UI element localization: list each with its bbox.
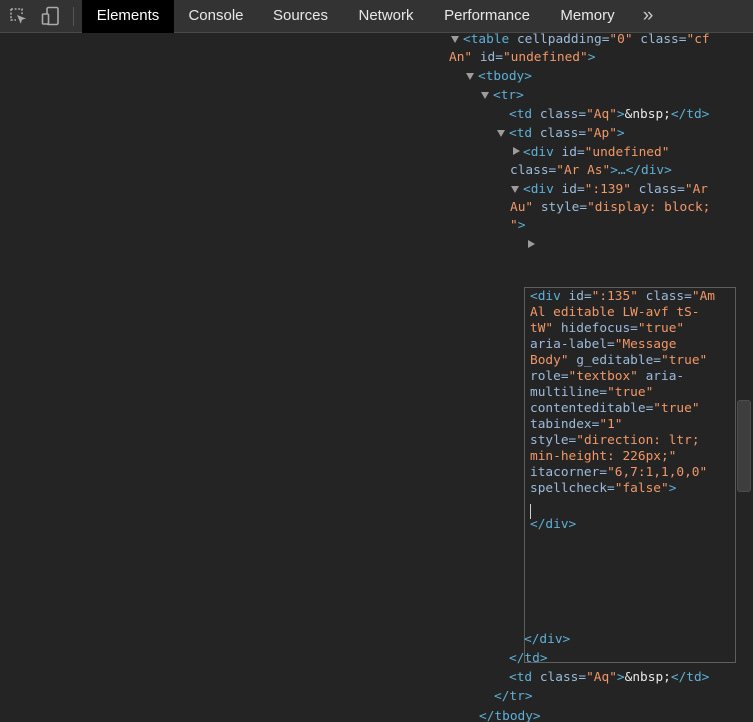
inspect-element-icon[interactable] xyxy=(7,5,29,27)
tree-node-div-undefined-cont: class="Ar As">…</div> xyxy=(510,163,672,178)
editor-line: </div> xyxy=(530,517,577,532)
tab-sources[interactable]: Sources xyxy=(258,0,343,33)
more-tabs-button[interactable]: » xyxy=(637,0,659,33)
collapse-toggle-icon[interactable] xyxy=(481,92,489,99)
expand-toggle-icon[interactable] xyxy=(513,147,520,155)
tree-node-table-cont: An" id="undefined"> xyxy=(449,50,596,65)
collapse-toggle-icon[interactable] xyxy=(466,73,474,80)
tree-node-tr[interactable]: <tr> xyxy=(493,86,524,105)
tree-node-td-ap[interactable]: <td class="Ap"> xyxy=(509,124,625,143)
toolbar-divider xyxy=(73,7,74,26)
scrollbar-thumb[interactable] xyxy=(737,400,751,492)
editor-line: spellcheck="false"> xyxy=(530,481,677,496)
devtools-toolbar: Elements Console Sources Network Perform… xyxy=(0,0,753,33)
expand-toggle-icon[interactable] xyxy=(528,240,535,248)
tree-node-td-aq[interactable]: <td class="Aq">&nbsp;</td> xyxy=(509,668,709,687)
device-toolbar-icon[interactable] xyxy=(40,5,62,27)
tree-node-close-td[interactable]: </td> xyxy=(509,649,548,668)
tree-node-table[interactable]: <table cellpadding="0" class="cf xyxy=(463,33,710,49)
tab-console[interactable]: Console xyxy=(174,0,258,33)
tree-node-td-aq[interactable]: <td class="Aq">&nbsp;</td> xyxy=(509,105,709,124)
tree-node-div-139[interactable]: <div id=":139" class="Ar xyxy=(523,180,708,199)
tree-node-close-tbody[interactable]: </tbody> xyxy=(479,707,541,722)
tree-node-div-139-cont: Au" style="display: block; xyxy=(510,200,711,215)
tree-node-close-div[interactable]: </div> xyxy=(524,630,570,649)
tab-elements[interactable]: Elements xyxy=(82,0,174,33)
collapse-toggle-icon[interactable] xyxy=(451,36,459,43)
edit-as-html-box[interactable]: <div id=":135" class="Am Al editable LW-… xyxy=(524,287,736,663)
collapse-toggle-icon[interactable] xyxy=(497,130,505,137)
tree-node-div-139-end: "> xyxy=(510,218,526,233)
tab-performance[interactable]: Performance xyxy=(429,0,545,33)
collapse-toggle-icon[interactable] xyxy=(511,186,519,193)
tree-node-tbody[interactable]: <tbody> xyxy=(478,67,532,86)
tab-network[interactable]: Network xyxy=(343,0,429,33)
tab-memory[interactable]: Memory xyxy=(545,0,630,33)
tree-node-close-tr[interactable]: </tr> xyxy=(494,687,533,706)
elements-tree: <table cellpadding="0" class="cf An" id=… xyxy=(0,33,753,722)
tree-node-div-undefined[interactable]: <div id="undefined" xyxy=(523,143,669,162)
